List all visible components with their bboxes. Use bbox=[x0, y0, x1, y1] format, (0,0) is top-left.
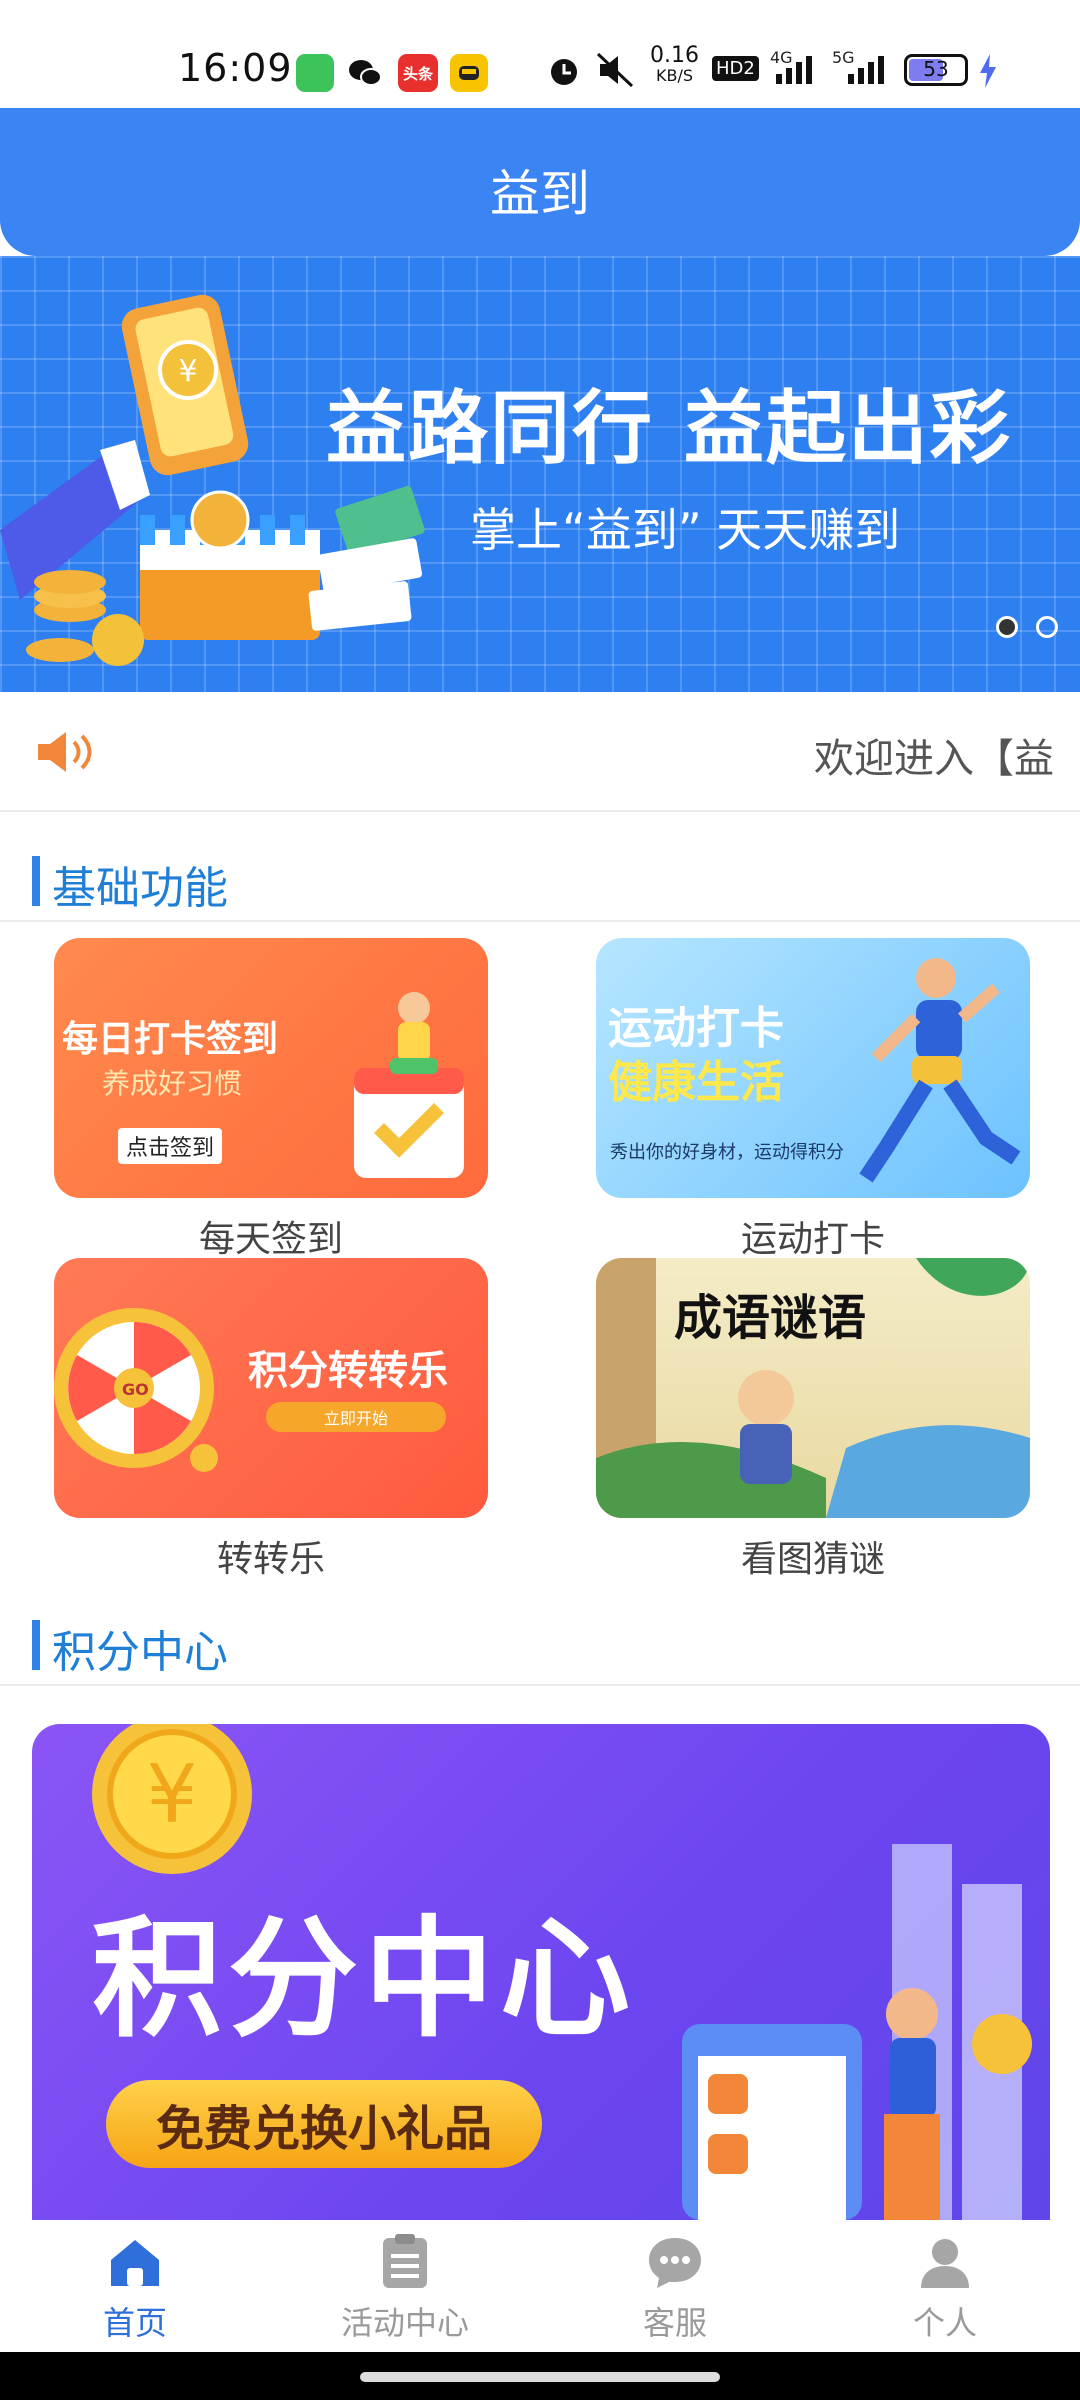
feature-label-daily-checkin[interactable]: 每天签到 bbox=[54, 1210, 488, 1262]
card-img-title: 每日打卡签到 bbox=[62, 1019, 279, 1060]
section-title: 积分中心 bbox=[52, 1627, 228, 1678]
redeem-gifts-button[interactable]: 免费兑换小礼品 bbox=[106, 2080, 542, 2168]
alarm-icon bbox=[546, 52, 582, 92]
carousel-dot-2[interactable] bbox=[1036, 616, 1058, 638]
car-app-icon bbox=[450, 54, 488, 92]
notice-bar: 欢迎进入【益 bbox=[0, 692, 1080, 812]
battery-level: 53 bbox=[923, 57, 949, 81]
notice-text: 欢迎进入【益 bbox=[814, 736, 1054, 782]
speaker-icon bbox=[34, 728, 96, 780]
section-points-center: 积分中心 bbox=[0, 1594, 1080, 1686]
section-title: 基础功能 bbox=[52, 863, 228, 914]
points-center-banner[interactable]: ¥ 积分中心 免费兑换小礼品 bbox=[32, 1724, 1050, 2220]
card-img-button: 立即开始 bbox=[266, 1402, 446, 1432]
signal-4g-label: 4G bbox=[770, 48, 793, 67]
messages-app-icon bbox=[296, 54, 334, 92]
wechat-app-icon bbox=[346, 54, 384, 92]
feature-label-lucky-wheel[interactable]: 转转乐 bbox=[54, 1530, 488, 1582]
banner-subtitle: 掌上“益到” 天天赚到 bbox=[470, 503, 901, 557]
system-navigation-bar bbox=[0, 2352, 1080, 2400]
net-speed: 0.16 KB/S bbox=[650, 43, 699, 86]
card-img-subtitle: 养成好习惯 bbox=[102, 1067, 243, 1100]
feature-card-daily-checkin[interactable]: 每日打卡签到 养成好习惯 点击签到 bbox=[54, 938, 488, 1198]
battery-icon: 53 bbox=[904, 54, 968, 86]
card-img-note: 秀出你的好身材，运动得积分 bbox=[610, 1142, 844, 1163]
status-time: 16:09 bbox=[178, 46, 293, 90]
tab-label: 活动中心 bbox=[340, 2304, 469, 2342]
section-accent-bar bbox=[32, 1620, 40, 1670]
svg-text:¥: ¥ bbox=[147, 1748, 198, 1841]
hand-phone-illustration: ¥ bbox=[0, 294, 320, 666]
bottom-tab-bar: 首页 活动中心 客服 个人 bbox=[0, 2220, 1080, 2352]
tab-label: 客服 bbox=[642, 2304, 707, 2342]
tab-home[interactable]: 首页 bbox=[0, 2220, 270, 2352]
user-icon bbox=[921, 2239, 969, 2288]
status-bar: 16:09 头条 0.16 KB/S HD2 4G 5G 53 bbox=[0, 0, 1080, 108]
hero-banner-carousel[interactable]: ¥ 益路同行 益起出彩 掌上“益到” 天天赚到 bbox=[0, 256, 1080, 692]
wheel-illustration bbox=[54, 1308, 218, 1472]
feature-card-sports-checkin[interactable]: 运动打卡 健康生活 秀出你的好身材，运动得积分 bbox=[596, 938, 1030, 1198]
card-img-title: 成语谜语 bbox=[674, 1290, 867, 1346]
section-accent-bar bbox=[32, 856, 40, 906]
section-basic-functions: 基础功能 bbox=[0, 830, 1080, 922]
mute-icon bbox=[594, 50, 638, 94]
home-icon bbox=[111, 2240, 159, 2286]
card-img-button: 点击签到 bbox=[118, 1128, 223, 1164]
wheel-go-text: GO bbox=[122, 1380, 149, 1399]
card-img-subtitle: 健康生活 bbox=[608, 1057, 784, 1108]
chat-icon bbox=[649, 2238, 701, 2288]
net-speed-value: 0.16 bbox=[650, 43, 699, 68]
home-gesture-handle[interactable] bbox=[360, 2372, 720, 2382]
clipboard-icon bbox=[383, 2234, 427, 2288]
feature-card-lucky-wheel[interactable]: GO 积分转转乐 立即开始 bbox=[54, 1258, 488, 1518]
toutiao-app-icon: 头条 bbox=[398, 54, 438, 92]
tab-activity-center[interactable]: 活动中心 bbox=[270, 2220, 540, 2352]
tab-label: 首页 bbox=[102, 2304, 167, 2342]
tab-profile[interactable]: 个人 bbox=[810, 2220, 1080, 2352]
points-banner-title: 积分中心 bbox=[92, 1903, 637, 2055]
shopping-illustration bbox=[682, 1844, 1032, 2220]
feature-card-picture-riddle[interactable]: 成语谜语 bbox=[596, 1258, 1030, 1518]
app-header: 益到 bbox=[0, 108, 1080, 256]
charging-icon bbox=[978, 54, 998, 92]
cash-stack-illustration bbox=[308, 486, 425, 631]
signal-5g-icon: 5G bbox=[828, 48, 890, 92]
tab-customer-service[interactable]: 客服 bbox=[540, 2220, 810, 2352]
carousel-dot-1[interactable] bbox=[996, 616, 1018, 638]
signal-5g-label: 5G bbox=[832, 48, 855, 67]
feature-label-picture-riddle[interactable]: 看图猜谜 bbox=[596, 1530, 1030, 1582]
card-img-title: 积分转转乐 bbox=[248, 1348, 448, 1394]
page-title: 益到 bbox=[490, 165, 590, 223]
banner-title: 益路同行 益起出彩 bbox=[326, 382, 1012, 475]
tab-label: 个人 bbox=[912, 2304, 977, 2342]
carousel-indicator bbox=[996, 616, 1058, 638]
hd-badge: HD2 bbox=[712, 56, 759, 81]
svg-text:¥: ¥ bbox=[178, 354, 197, 389]
feature-label-sports-checkin[interactable]: 运动打卡 bbox=[596, 1210, 1030, 1262]
runner-illustration bbox=[859, 958, 1021, 1183]
calendar-illustration bbox=[354, 992, 464, 1178]
signal-4g-icon: 4G bbox=[770, 48, 820, 92]
net-speed-unit: KB/S bbox=[655, 66, 693, 85]
